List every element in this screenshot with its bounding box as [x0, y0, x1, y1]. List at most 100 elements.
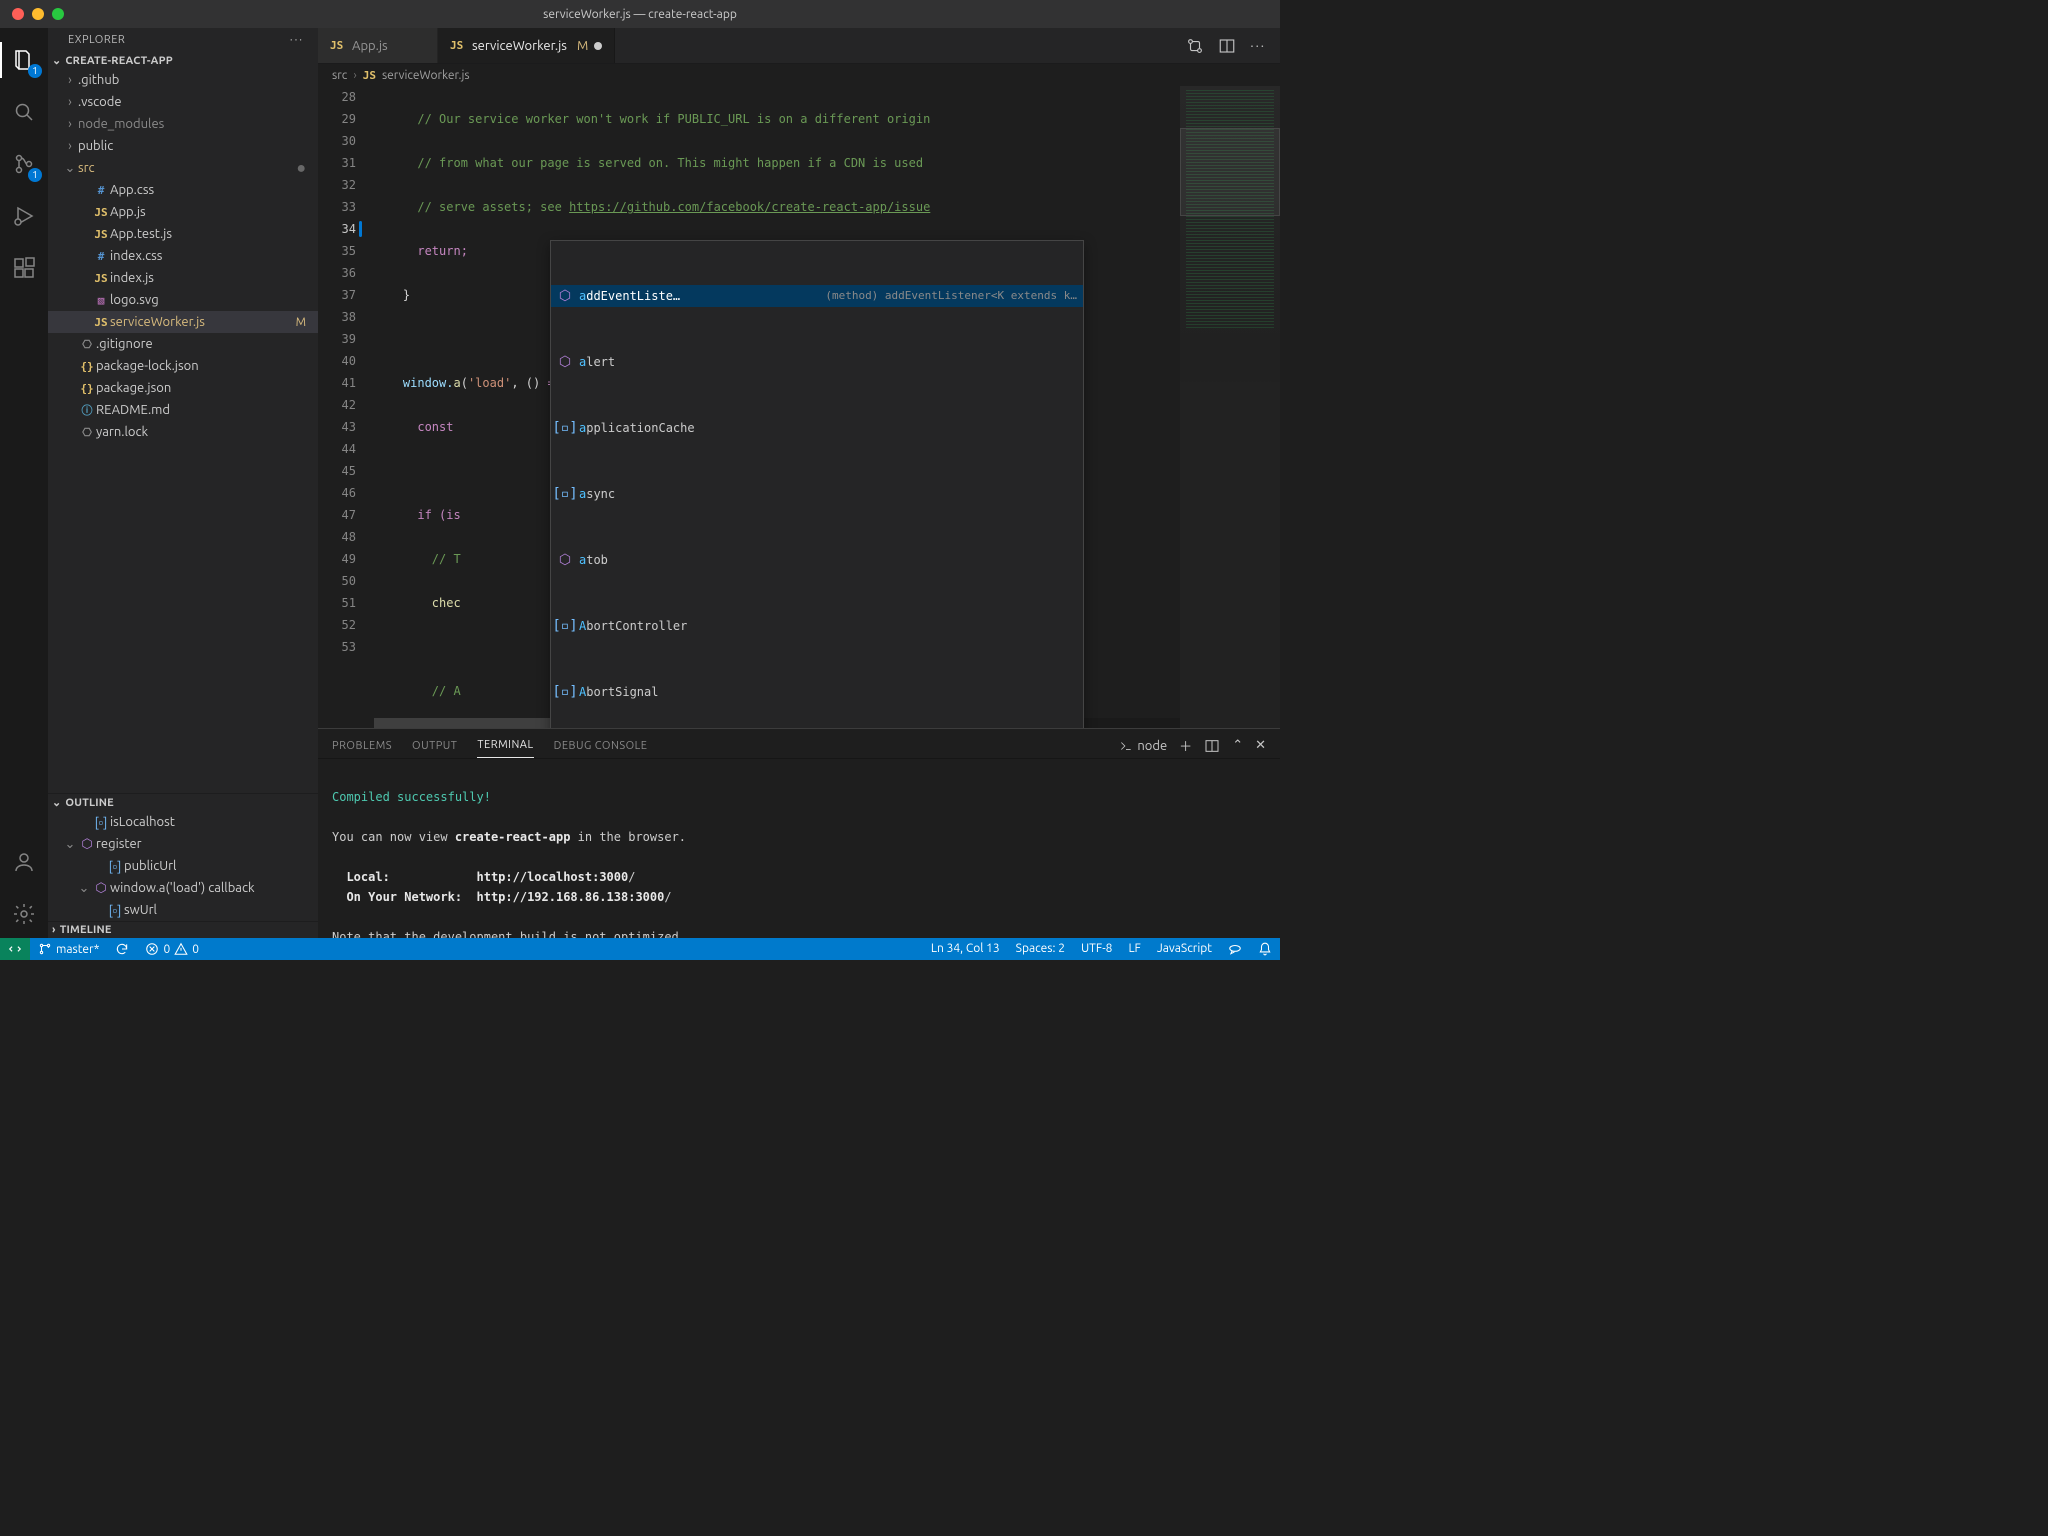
more-actions-icon[interactable]: ···	[1250, 39, 1266, 53]
method-icon: ⬡	[557, 288, 573, 304]
maximize-window-icon[interactable]	[52, 8, 64, 20]
file-gitignore[interactable]: ⎔.gitignore	[48, 333, 318, 355]
status-encoding[interactable]: UTF-8	[1073, 942, 1120, 955]
tab-label: serviceWorker.js	[472, 39, 567, 53]
sidebar: EXPLORER ··· CREATE-REACT-APP .github .v…	[48, 28, 318, 938]
chevron-right-icon	[62, 95, 78, 109]
minimap[interactable]	[1180, 86, 1280, 728]
file-index-css[interactable]: #index.css	[48, 245, 318, 267]
tab-service-worker-js[interactable]: JS serviceWorker.js M	[438, 28, 615, 63]
file-logo-svg[interactable]: ▧logo.svg	[48, 289, 318, 311]
close-panel-icon[interactable]: ✕	[1255, 738, 1266, 753]
file-service-worker-js[interactable]: JSserviceWorker.jsM	[48, 311, 318, 333]
file-app-js[interactable]: JSApp.js	[48, 201, 318, 223]
activity-account-icon[interactable]	[0, 838, 48, 886]
suggest-item[interactable]: [▫]AbortSignal	[551, 681, 1083, 703]
suggest-item[interactable]: ⬡alert	[551, 351, 1083, 373]
outline-publicurl[interactable]: [▫]publicUrl	[48, 855, 318, 877]
terminal[interactable]: Compiled successfully! You can now view …	[318, 759, 1280, 938]
minimize-window-icon[interactable]	[32, 8, 44, 20]
chevron-down-icon	[76, 881, 92, 896]
status-cursor-position[interactable]: Ln 34, Col 13	[923, 942, 1008, 955]
tab-label: App.js	[352, 39, 388, 53]
file-app-test-js[interactable]: JSApp.test.js	[48, 223, 318, 245]
close-window-icon[interactable]	[12, 8, 24, 20]
breadcrumbs[interactable]: src › JS serviceWorker.js	[318, 64, 1280, 86]
status-feedback-icon[interactable]	[1220, 942, 1250, 956]
split-terminal-icon[interactable]	[1204, 738, 1220, 754]
outline-register[interactable]: ⬡register	[48, 833, 318, 855]
file-app-css[interactable]: #App.css	[48, 179, 318, 201]
folder-public[interactable]: public	[48, 135, 318, 157]
remote-indicator[interactable]	[0, 938, 30, 960]
split-editor-icon[interactable]	[1218, 37, 1236, 55]
activity-debug-icon[interactable]	[0, 192, 48, 240]
panel-tab-output[interactable]: OUTPUT	[412, 734, 457, 758]
method-icon: ⬡	[557, 552, 573, 568]
suggest-item[interactable]: [▫]async	[551, 483, 1083, 505]
new-terminal-icon[interactable]: ＋	[1179, 736, 1192, 755]
activity-search-icon[interactable]	[0, 88, 48, 136]
explorer-section-header[interactable]: CREATE-REACT-APP	[48, 52, 318, 69]
terminal-launch-profile-icon[interactable]: node	[1119, 739, 1167, 753]
folder-node-modules[interactable]: node_modules	[48, 113, 318, 135]
panel-tab-problems[interactable]: PROBLEMS	[332, 734, 392, 758]
sidebar-more-icon[interactable]: ···	[290, 34, 304, 46]
breadcrumb-src[interactable]: src	[332, 69, 347, 82]
panel-tab-debug-console[interactable]: DEBUG CONSOLE	[554, 734, 648, 758]
editor-actions: ···	[1172, 28, 1280, 63]
outline-header[interactable]: OUTLINE	[48, 794, 318, 811]
status-indentation[interactable]: Spaces: 2	[1008, 942, 1073, 955]
chevron-down-icon	[52, 796, 61, 809]
file-package-json[interactable]: {}package.json	[48, 377, 318, 399]
editor[interactable]: 282930313233 34 353637383940414243444546…	[318, 86, 1280, 728]
status-eol[interactable]: LF	[1120, 942, 1148, 955]
status-sync[interactable]	[107, 938, 137, 960]
folder-github[interactable]: .github	[48, 69, 318, 91]
tab-app-js[interactable]: JS App.js	[318, 28, 438, 63]
panel: PROBLEMS OUTPUT TERMINAL DEBUG CONSOLE n…	[318, 728, 1280, 938]
code-area[interactable]: // Our service worker won't work if PUBL…	[374, 86, 1280, 728]
chevron-down-icon	[62, 161, 78, 176]
method-icon: ⬡	[557, 354, 573, 370]
titlebar: serviceWorker.js — create-react-app	[0, 0, 1280, 28]
file-yarn-lock[interactable]: ⎔yarn.lock	[48, 421, 318, 443]
activity-scm-icon[interactable]: 1	[0, 140, 48, 188]
file-index-js[interactable]: JSindex.js	[48, 267, 318, 289]
variable-icon: [▫]	[557, 420, 573, 436]
status-language[interactable]: JavaScript	[1149, 942, 1220, 955]
window-controls	[0, 8, 64, 20]
explorer-section-label: CREATE-REACT-APP	[65, 55, 173, 67]
suggest-item[interactable]: [▫]AbortController	[551, 615, 1083, 637]
maximize-panel-icon[interactable]: ⌃	[1232, 738, 1243, 753]
file-package-lock[interactable]: {}package-lock.json	[48, 355, 318, 377]
suggest-item[interactable]: ⬡atob	[551, 549, 1083, 571]
suggest-item[interactable]: ⬡ addEventListe… (method) addEventListen…	[551, 285, 1083, 307]
intellisense-suggest[interactable]: ⬡ addEventListe… (method) addEventListen…	[550, 240, 1084, 728]
tab-bar: JS App.js JS serviceWorker.js M ···	[318, 28, 1280, 64]
outline-callback[interactable]: ⬡window.a('load') callback	[48, 877, 318, 899]
folder-src[interactable]: src●	[48, 157, 318, 179]
modified-dot-icon: ●	[296, 159, 318, 178]
outline-swurl[interactable]: [▫]swUrl	[48, 899, 318, 921]
activity-explorer-icon[interactable]: 1	[0, 36, 48, 84]
activity-extensions-icon[interactable]	[0, 244, 48, 292]
scm-modified-decoration: M	[577, 39, 588, 53]
outline-islocalhost[interactable]: [▫]isLocalhost	[48, 811, 318, 833]
js-file-icon: JS	[330, 39, 346, 52]
panel-tab-terminal[interactable]: TERMINAL	[477, 733, 533, 758]
file-readme[interactable]: ⓘREADME.md	[48, 399, 318, 421]
status-notifications-icon[interactable]	[1250, 942, 1280, 956]
suggest-item[interactable]: [▫]applicationCache	[551, 417, 1083, 439]
timeline-header[interactable]: TIMELINE	[48, 921, 318, 938]
status-problems[interactable]: 0 0	[137, 938, 207, 960]
line-gutter: 282930313233 34 353637383940414243444546…	[318, 86, 374, 728]
timeline-title: TIMELINE	[60, 924, 112, 936]
folder-vscode[interactable]: .vscode	[48, 91, 318, 113]
window-title: serviceWorker.js — create-react-app	[0, 8, 1280, 21]
status-branch[interactable]: master*	[30, 938, 107, 960]
compare-changes-icon[interactable]	[1186, 37, 1204, 55]
breadcrumb-file[interactable]: serviceWorker.js	[382, 69, 470, 82]
chevron-right-icon	[62, 117, 78, 131]
activity-settings-icon[interactable]	[0, 890, 48, 938]
